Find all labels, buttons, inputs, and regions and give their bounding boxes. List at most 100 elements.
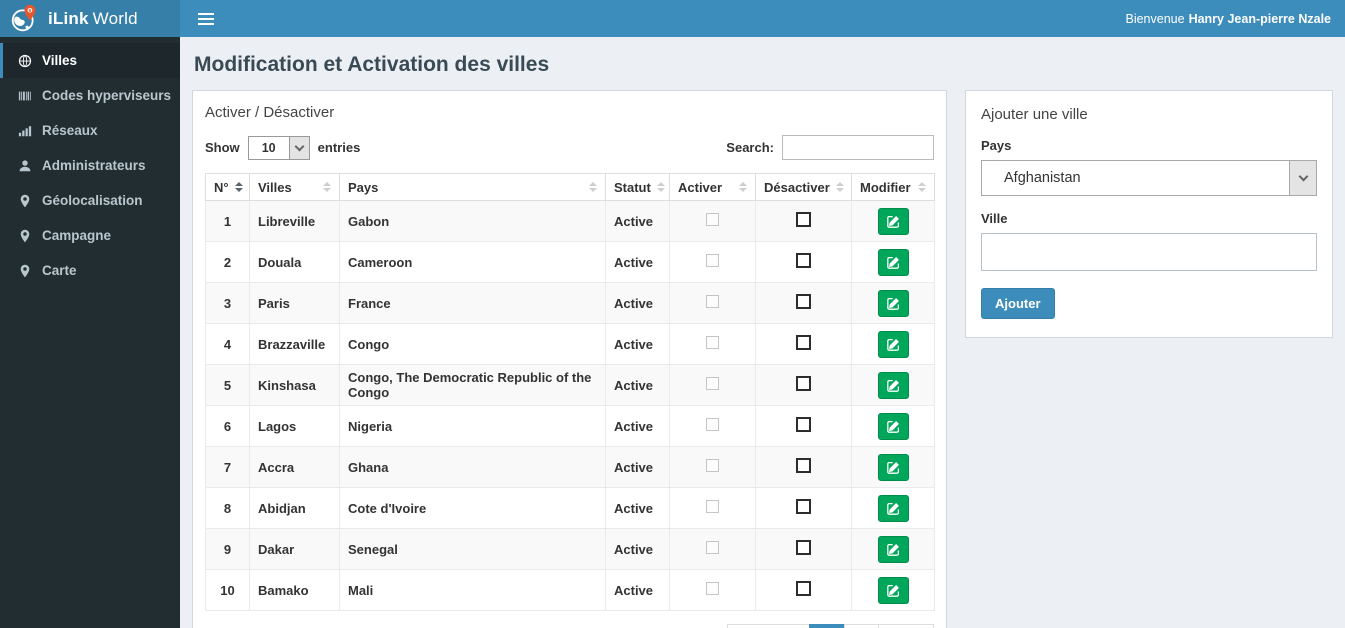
edit-button[interactable]: [877, 207, 909, 235]
row-pays: Gabon: [339, 200, 606, 242]
edit-button[interactable]: [877, 535, 909, 563]
edit-button[interactable]: [877, 576, 909, 604]
map-marker-icon: [18, 194, 32, 208]
pagination-page-2-button[interactable]: 2: [843, 624, 879, 628]
sidebar-item-villes[interactable]: Villes: [0, 43, 180, 78]
sidebar-item-geolocalisation[interactable]: Géolocalisation: [0, 183, 180, 218]
ville-input[interactable]: [981, 233, 1317, 271]
pays-select[interactable]: Afghanistan: [981, 160, 1317, 196]
desactiver-cell: [755, 446, 852, 488]
table-row: 6 Lagos Nigeria Active: [205, 405, 935, 447]
edit-button[interactable]: [877, 412, 909, 440]
sort-icon: [589, 182, 597, 192]
sort-icon: [918, 182, 926, 192]
activer-checkbox: [706, 418, 719, 431]
sidebar-toggle-icon[interactable]: [194, 7, 218, 31]
row-num: 5: [205, 364, 250, 406]
row-ville: Accra: [249, 446, 340, 488]
desactiver-checkbox[interactable]: [796, 253, 811, 268]
activer-cell: [669, 528, 756, 570]
activer-checkbox: [706, 377, 719, 390]
sidebar-item-administrateurs[interactable]: Administrateurs: [0, 148, 180, 183]
sidebar-item-carte[interactable]: Carte: [0, 253, 180, 288]
pagination-previous-button[interactable]: Previous: [727, 624, 811, 628]
desactiver-checkbox[interactable]: [796, 581, 811, 596]
table-panel-title: Activer / Désactiver: [205, 104, 335, 121]
svg-text:$: $: [28, 8, 31, 14]
desactiver-checkbox[interactable]: [796, 499, 811, 514]
pagination-page-1-button[interactable]: 1: [809, 624, 845, 628]
row-statut: Active: [605, 569, 670, 611]
table-info: Showing 1 to 10 of 17 entries: [205, 624, 384, 628]
edit-button[interactable]: [877, 330, 909, 358]
column-header-pays[interactable]: Pays: [339, 173, 606, 201]
column-header-desactiver[interactable]: Désactiver: [755, 173, 852, 201]
edit-button[interactable]: [877, 289, 909, 317]
desactiver-cell: [755, 569, 852, 611]
desactiver-checkbox[interactable]: [796, 294, 811, 309]
activer-checkbox: [706, 500, 719, 513]
chart-bars-icon: [18, 124, 32, 138]
navbar: Bienvenue Hanry Jean-pierre Nzale: [180, 0, 1345, 37]
brand-name: iLink World: [48, 9, 138, 29]
desactiver-checkbox[interactable]: [796, 376, 811, 391]
desactiver-checkbox[interactable]: [796, 458, 811, 473]
villes-table-panel: Activer / Désactiver Show 10 entries Sea…: [192, 90, 947, 628]
edit-pencil-icon: [886, 215, 900, 228]
modifier-cell: [851, 200, 935, 242]
edit-pencil-icon: [886, 256, 900, 269]
row-statut: Active: [605, 200, 670, 242]
row-ville: Bamako: [249, 569, 340, 611]
desactiver-checkbox[interactable]: [796, 540, 811, 555]
desactiver-checkbox[interactable]: [796, 212, 811, 227]
row-num: 1: [205, 200, 250, 242]
desactiver-checkbox[interactable]: [796, 417, 811, 432]
row-num: 2: [205, 241, 250, 283]
row-pays: Congo, The Democratic Republic of the Co…: [339, 364, 606, 406]
column-header-activer[interactable]: Activer: [669, 173, 756, 201]
sidebar-item-reseaux[interactable]: Réseaux: [0, 113, 180, 148]
row-pays: Ghana: [339, 446, 606, 488]
edit-button[interactable]: [877, 453, 909, 481]
row-statut: Active: [605, 364, 670, 406]
map-marker-icon: [18, 264, 32, 278]
column-header-num[interactable]: N°: [205, 173, 250, 201]
column-header-villes[interactable]: Villes: [249, 173, 340, 201]
pays-selected-value: Afghanistan: [1004, 170, 1081, 186]
barcode-icon: [18, 89, 32, 103]
edit-pencil-icon: [886, 461, 900, 474]
sidebar-item-campagne[interactable]: Campagne: [0, 218, 180, 253]
row-num: 7: [205, 446, 250, 488]
row-statut: Active: [605, 405, 670, 447]
activer-cell: [669, 364, 756, 406]
search-input[interactable]: [782, 135, 934, 160]
edit-button[interactable]: [877, 248, 909, 276]
sidebar-item-codes-hyperviseurs[interactable]: Codes hyperviseurs: [0, 78, 180, 113]
column-header-modifier[interactable]: Modifier: [851, 173, 935, 201]
table-row: 8 Abidjan Cote d'Ivoire Active: [205, 487, 935, 529]
row-statut: Active: [605, 528, 670, 570]
edit-button[interactable]: [877, 494, 909, 522]
activer-cell: [669, 446, 756, 488]
pagination-next-button[interactable]: Next: [877, 624, 934, 628]
desactiver-cell: [755, 405, 852, 447]
row-ville: Douala: [249, 241, 340, 283]
table-row: 10 Bamako Mali Active: [205, 569, 935, 611]
ajouter-button[interactable]: Ajouter: [981, 288, 1055, 319]
user-name: Hanry Jean-pierre Nzale: [1188, 11, 1331, 26]
activer-checkbox: [706, 582, 719, 595]
desactiver-checkbox[interactable]: [796, 335, 811, 350]
desactiver-cell: [755, 487, 852, 529]
entries-label: entries: [317, 140, 361, 155]
page-length-select[interactable]: 10: [247, 135, 310, 160]
row-statut: Active: [605, 323, 670, 365]
edit-button[interactable]: [877, 371, 909, 399]
sidebar-item-label: Carte: [42, 263, 77, 278]
sidebar-item-label: Campagne: [42, 228, 112, 243]
activer-cell: [669, 241, 756, 283]
sidebar: Villes Codes hyperviseurs Réseaux Admini…: [0, 37, 180, 628]
activer-checkbox: [706, 459, 719, 472]
column-header-statut[interactable]: Statut: [605, 173, 670, 201]
modifier-cell: [851, 569, 935, 611]
show-label: Show: [205, 140, 240, 155]
